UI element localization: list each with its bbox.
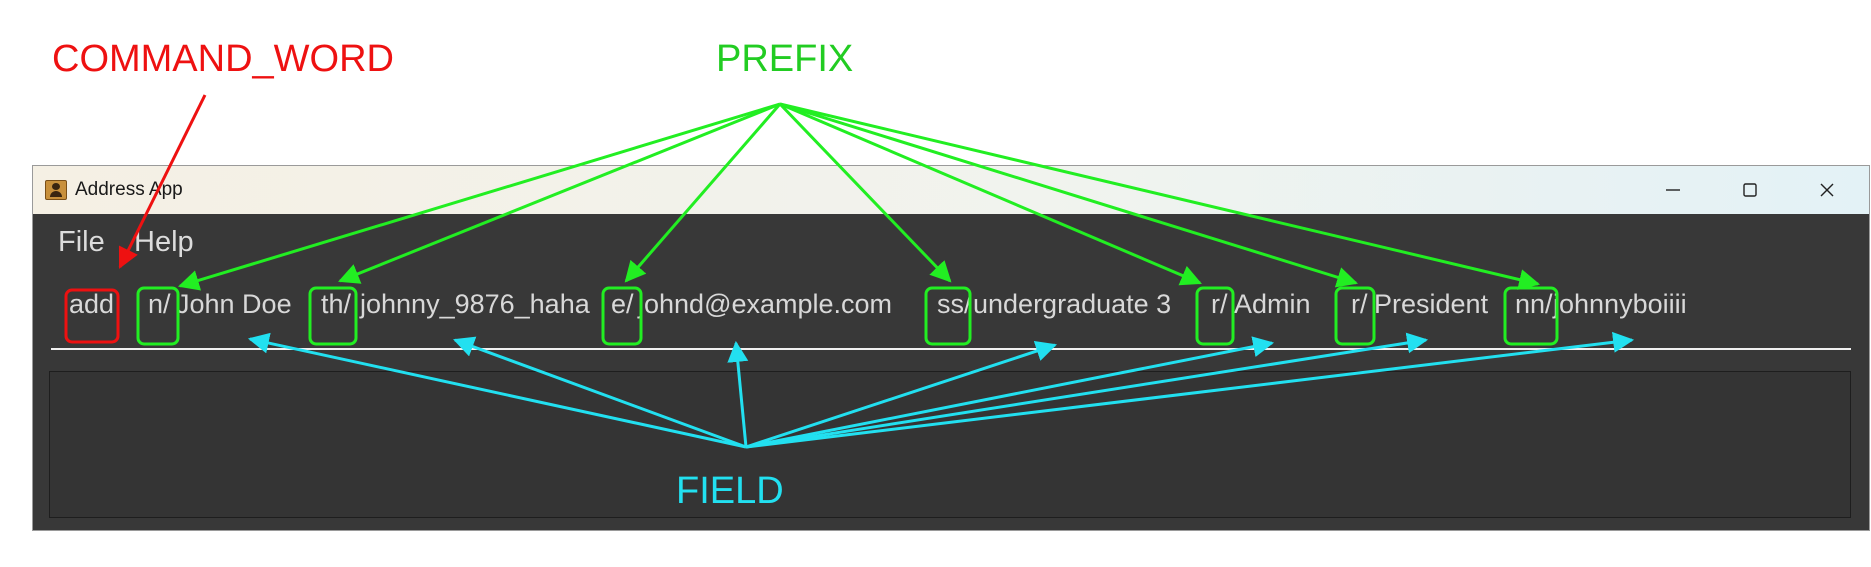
field-email: johnd@example.com: [638, 289, 893, 319]
menu-item-help[interactable]: Help: [134, 226, 194, 259]
prefix-label: PREFIX: [716, 38, 854, 80]
field-nickname: johnnyboiiii: [1553, 289, 1687, 319]
result-display: [49, 371, 1851, 518]
menu-bar: File Help: [33, 214, 1869, 268]
address-book-icon: [45, 180, 67, 200]
field-label: FIELD: [676, 470, 784, 512]
field-role: Admin: [1234, 289, 1311, 319]
field-study-status: undergraduate 3: [973, 289, 1172, 319]
prefix-role: r/: [1211, 289, 1228, 319]
maximize-icon[interactable]: [1736, 176, 1764, 204]
command-word: add: [69, 289, 115, 319]
window-title: Address App: [75, 179, 183, 200]
field-role-2: President: [1374, 289, 1489, 319]
command-input[interactable]: add n/ John Doe th/ johnny_9876_haha e/ …: [33, 276, 1869, 336]
command-word-label: COMMAND_WORD: [52, 38, 394, 80]
prefix-study-status: ss/: [937, 289, 972, 319]
command-underline: [51, 348, 1851, 350]
close-icon[interactable]: [1813, 176, 1841, 204]
minimize-icon[interactable]: [1659, 176, 1687, 204]
prefix-name: n/: [148, 289, 171, 319]
field-name: John Doe: [176, 289, 292, 319]
menu-item-file[interactable]: File: [58, 226, 105, 259]
annotated-screenshot: Address App File Help add n/ John Doe th…: [0, 0, 1871, 567]
prefix-telegram: th/: [321, 289, 352, 319]
prefix-role-2: r/: [1351, 289, 1368, 319]
address-app-window: Address App File Help add n/ John Doe th…: [32, 165, 1870, 531]
field-telegram: johnny_9876_haha: [360, 289, 590, 319]
prefix-email: e/: [611, 289, 634, 319]
title-bar[interactable]: Address App: [33, 166, 1869, 214]
prefix-nickname: nn/: [1515, 289, 1553, 319]
